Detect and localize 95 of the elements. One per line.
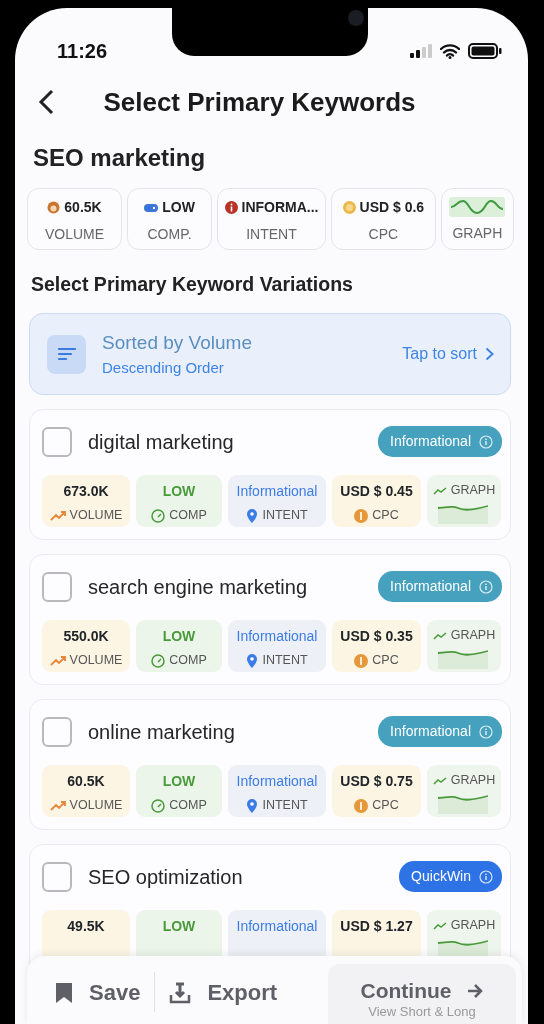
download-tray-icon [169, 981, 192, 1004]
location-pin-icon [246, 508, 259, 523]
wifi-icon [440, 43, 460, 59]
info-icon [224, 201, 238, 214]
topic-title: SEO marketing [32, 143, 207, 173]
keyword-name: digital marketing [88, 429, 234, 455]
checkbox[interactable] [42, 571, 72, 602]
metric-value: Informational [235, 627, 319, 647]
metric-label: INTENT [262, 797, 308, 815]
metric-value: 49.5K [66, 917, 106, 937]
metric-label: INTENT [262, 652, 308, 670]
chip-label: COMP. [146, 225, 193, 244]
dollar-coin-icon [354, 798, 369, 813]
metric-label: COMP [169, 797, 207, 815]
battery-icon [468, 43, 502, 59]
trend-icon [432, 631, 447, 640]
gauge-icon [151, 508, 166, 523]
location-pin-icon [246, 798, 259, 813]
metric-label: CPC [372, 797, 399, 815]
trend-icon [432, 776, 447, 785]
chip-value: 60.5K [64, 198, 102, 217]
metric-value: Informational [235, 772, 319, 792]
trend-up-icon [49, 800, 66, 811]
metric-value: LOW [161, 772, 197, 792]
info-icon [479, 434, 493, 449]
continue-button[interactable]: Continue View Short & Long [328, 964, 516, 1024]
save-button[interactable]: Save [45, 964, 151, 1021]
metric-value: USD $ 1.27 [339, 917, 414, 937]
sort-subtitle: Descending Order [102, 358, 225, 379]
metric-value: Informational [235, 917, 319, 937]
metric-label: INTENT [262, 507, 308, 525]
metric-label: VOLUME [69, 652, 123, 670]
chip-value: USD $ 0.6 [359, 198, 425, 217]
chevron-right-icon [485, 347, 494, 362]
dollar-coin-icon [354, 508, 369, 523]
tap-to-sort-link[interactable]: Tap to sort [402, 342, 477, 367]
metric-value: 60.5K [66, 772, 106, 792]
info-icon [479, 869, 493, 884]
intent-badge[interactable]: QuickWin [399, 861, 502, 893]
keyword-name: SEO optimization [88, 864, 243, 890]
keyword-name: search engine marketing [88, 574, 307, 600]
dollar-coin-icon [354, 653, 369, 668]
chip-label: VOLUME [43, 225, 106, 244]
coin-icon [342, 201, 356, 214]
metric-value: 550.0K [62, 627, 110, 647]
gauge-icon [151, 653, 166, 668]
gauge-icon [151, 798, 166, 813]
metric-value: LOW [161, 917, 197, 937]
sort-icon [47, 334, 86, 374]
metric-value: Informational [235, 482, 319, 502]
sort-title: Sorted by Volume [102, 330, 252, 355]
location-pin-icon [246, 653, 259, 668]
sort-banner[interactable]: Sorted by Volume Descending Order Tap to sort [29, 313, 511, 396]
camera-icon [348, 10, 364, 26]
graph-label: GRAPH [450, 627, 496, 645]
sparkline-icon [449, 197, 506, 217]
section-title: Select Primary Keyword Variations [30, 272, 354, 297]
metric-value: USD $ 0.45 [339, 482, 414, 502]
intent-badge[interactable]: Informational [378, 571, 502, 603]
graph-label: GRAPH [450, 482, 496, 500]
signal-icon [410, 44, 432, 58]
checkbox[interactable] [42, 426, 72, 457]
trend-up-icon [49, 655, 66, 666]
metric-value: 673.0K [62, 482, 110, 502]
bookmark-icon [55, 981, 73, 1004]
intent-badge[interactable]: Informational [378, 426, 502, 458]
metric-value: USD $ 0.75 [339, 772, 414, 792]
info-icon [479, 724, 493, 739]
trend-up-icon [49, 510, 66, 521]
status-time: 11:26 [57, 39, 108, 64]
chip-value: INFORMA... [241, 198, 319, 217]
chip-label: GRAPH [451, 224, 504, 243]
intent-badge[interactable]: Informational [378, 716, 502, 748]
graph-label: GRAPH [450, 772, 496, 790]
graph-label: GRAPH [450, 917, 496, 935]
arrow-right-icon [467, 982, 484, 999]
checkbox[interactable] [42, 861, 72, 892]
metric-label: COMP [169, 507, 207, 525]
chip-label: INTENT [245, 225, 298, 244]
metric-label: CPC [372, 507, 399, 525]
info-icon [479, 579, 493, 594]
metric-label: CPC [372, 652, 399, 670]
keyword-name: online marketing [88, 719, 235, 745]
export-button[interactable]: Export [159, 964, 288, 1021]
metric-label: COMP [169, 652, 207, 670]
trend-icon [432, 486, 447, 495]
checkbox[interactable] [42, 716, 72, 747]
metric-value: LOW [161, 627, 197, 647]
metric-label: VOLUME [69, 507, 123, 525]
metric-value: LOW [161, 482, 197, 502]
chip-value: LOW [162, 198, 195, 217]
metric-value: USD $ 0.35 [339, 627, 414, 647]
chip-label: CPC [367, 225, 400, 244]
metric-label: VOLUME [69, 797, 123, 815]
screen-title: Select Primary Keywords [103, 85, 417, 119]
